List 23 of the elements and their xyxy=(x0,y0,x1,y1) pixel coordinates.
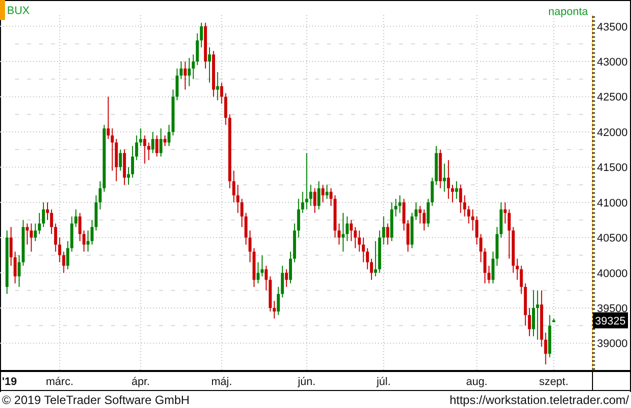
axis-label: 43000 xyxy=(597,56,628,68)
axis-label: jún. xyxy=(298,376,316,388)
instrument-name: BUX xyxy=(7,5,30,17)
axis-label: 41500 xyxy=(597,162,628,174)
axis-label: 42000 xyxy=(597,126,628,139)
axis-label: 40500 xyxy=(597,232,628,245)
url-text: https://workstation.teletrader.com/ xyxy=(450,392,629,408)
axis-label: 43500 xyxy=(597,21,628,34)
axis-label: aug. xyxy=(466,376,488,388)
axis-label: máj. xyxy=(211,376,232,388)
axis-label: 41000 xyxy=(597,197,628,210)
instrument-marker xyxy=(0,0,5,20)
axis-label: ápr. xyxy=(131,376,150,388)
interval-label: naponta xyxy=(548,6,588,18)
axis-label: '19 xyxy=(2,376,17,388)
copyright-text: © 2019 TeleTrader Software GmbH xyxy=(2,392,190,408)
axis-label: szept. xyxy=(539,376,568,388)
axis-label: 39000 xyxy=(597,338,628,350)
price-tag: 39325 xyxy=(593,312,628,328)
axis-label: júl. xyxy=(376,376,391,388)
axis-label: 40000 xyxy=(597,268,628,280)
axis-label: 42500 xyxy=(597,92,628,104)
axis-label: márc. xyxy=(46,376,74,388)
